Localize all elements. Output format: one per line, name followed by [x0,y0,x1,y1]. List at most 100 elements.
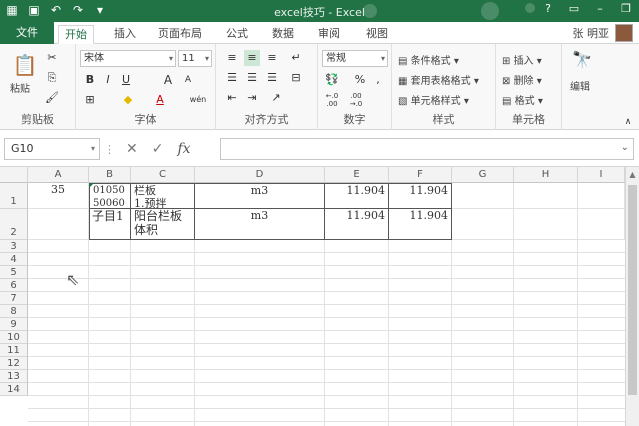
column-header-d[interactable]: D [195,167,325,183]
column-header-c[interactable]: C [131,167,195,183]
cut-icon[interactable]: ✂ [44,50,60,66]
minimize-icon[interactable]: – [591,2,609,15]
name-box[interactable]: G10 ▾ [4,138,100,160]
cell-a1[interactable]: 35 [28,183,89,209]
expand-formula-icon[interactable]: ⌄ [621,142,629,153]
tab-formulas[interactable]: 公式 [220,25,254,44]
row-header-9[interactable]: 9 [0,318,28,331]
cell-b1[interactable]: 01050 50060 [89,183,131,209]
column-header-e[interactable]: E [325,167,389,183]
cell-d1[interactable]: m3 [195,183,325,209]
delete-cells-button[interactable]: ⊠ 删除 ▾ [502,72,542,87]
binoculars-icon[interactable]: 🔭 [572,52,592,72]
row-header-4[interactable]: 4 [0,253,28,266]
phonetic-button[interactable]: wén [186,92,210,108]
wrap-text-icon[interactable]: ↵ [288,50,304,66]
increase-decimal-button[interactable]: ←.0 .00 [324,92,340,108]
scroll-up-icon[interactable]: ▲ [626,170,639,179]
cell-f1[interactable]: 11.904 [389,183,452,209]
align-center-icon[interactable]: ☰ [244,70,260,86]
format-cells-button[interactable]: ▤ 格式 ▾ [502,92,543,107]
cell-h1[interactable] [514,183,578,209]
tab-page-layout[interactable]: 页面布局 [152,25,208,44]
align-bottom-icon[interactable]: ≡ [264,50,280,66]
align-top-icon[interactable]: ≡ [224,50,240,66]
border-icon[interactable]: ⊞ [82,92,98,108]
column-header-b[interactable]: B [89,167,131,183]
column-header-i[interactable]: I [578,167,625,183]
cell-a2[interactable] [28,209,89,240]
cell-i1[interactable] [578,183,625,209]
copy-icon[interactable]: ⎘ [44,70,60,86]
row-header-5[interactable]: 5 [0,266,28,279]
restore-icon[interactable]: ❐ [617,2,635,15]
empty-cells-area[interactable] [28,240,625,426]
conditional-format-button[interactable]: ▤ 条件格式 ▾ [398,52,459,67]
fill-color-icon[interactable]: ◆ [120,92,136,108]
edit-label[interactable]: 编辑 [570,78,590,93]
row-header-1[interactable]: 1 [0,183,28,209]
column-header-g[interactable]: G [452,167,514,183]
vertical-scrollbar[interactable]: ▲ [625,167,639,426]
underline-button[interactable]: U [118,72,134,88]
column-header-h[interactable]: H [514,167,578,183]
cell-c1[interactable]: 栏板 1.预拌 [131,183,195,209]
cancel-icon[interactable]: ✕ [126,141,138,157]
tab-file[interactable]: 文件 [0,22,54,44]
cell-h2[interactable] [514,209,578,240]
accounting-icon[interactable]: 💱 [324,72,340,88]
percent-button[interactable]: % [352,72,368,88]
decrease-decimal-button[interactable]: .00 →.0 [348,92,364,108]
collapse-ribbon-icon[interactable]: ∧ [620,114,636,130]
align-left-icon[interactable]: ☰ [224,70,240,86]
cell-e1[interactable]: 11.904 [325,183,389,209]
scroll-thumb[interactable] [628,185,637,395]
bold-button[interactable]: B [82,72,98,88]
cell-g1[interactable] [452,183,514,209]
row-header-13[interactable]: 13 [0,370,28,383]
avatar[interactable] [615,24,633,42]
insert-function-icon[interactable]: fx [177,141,190,157]
comma-button[interactable]: , [370,72,386,88]
select-all-corner[interactable] [0,167,28,183]
paste-icon[interactable]: 📋 [12,52,38,78]
enter-icon[interactable]: ✓ [152,141,164,157]
orientation-icon[interactable]: ↗ [268,90,284,106]
font-name-select[interactable]: 宋体 ▾ [80,50,176,67]
column-header-f[interactable]: F [389,167,452,183]
row-header-14[interactable]: 14 [0,383,28,396]
ribbon-display-icon[interactable]: ▭ [565,2,583,15]
format-painter-icon[interactable]: 🖌 [44,90,60,106]
shrink-font-button[interactable]: A [180,72,196,88]
align-middle-icon[interactable]: ≡ [244,50,260,66]
row-header-11[interactable]: 11 [0,344,28,357]
align-right-icon[interactable]: ☰ [264,70,280,86]
cell-b2[interactable]: 子目1 [89,209,131,240]
italic-button[interactable]: I [100,72,116,88]
formula-input[interactable]: ⌄ [220,138,634,160]
column-header-a[interactable]: A [28,167,89,183]
help-icon[interactable]: ? [539,2,557,15]
merge-center-icon[interactable]: ⊟ [288,70,304,86]
row-header-10[interactable]: 10 [0,331,28,344]
tab-view[interactable]: 视图 [360,25,394,44]
format-as-table-button[interactable]: ▦ 套用表格格式 ▾ [398,72,479,87]
cell-c2[interactable]: 阳台栏板 体积 [131,209,195,240]
tab-review[interactable]: 审阅 [312,25,346,44]
font-size-select[interactable]: 11 ▾ [178,50,212,67]
row-header-8[interactable]: 8 [0,305,28,318]
row-header-7[interactable]: 7 [0,292,28,305]
decrease-indent-icon[interactable]: ⇤ [224,90,240,106]
user-name[interactable]: 张 明亚 [573,25,610,41]
tab-insert[interactable]: 插入 [108,25,142,44]
cell-i2[interactable] [578,209,625,240]
row-header-2[interactable]: 2 [0,209,28,240]
insert-cells-button[interactable]: ⊞ 插入 ▾ [502,52,542,67]
tab-data[interactable]: 数据 [266,25,300,44]
row-header-12[interactable]: 12 [0,357,28,370]
tab-home[interactable]: 开始 [58,25,94,44]
row-header-6[interactable]: 6 [0,279,28,292]
number-format-select[interactable]: 常规 ▾ [322,50,388,67]
cell-f2[interactable]: 11.904 [389,209,452,240]
cell-styles-button[interactable]: ▧ 单元格样式 ▾ [398,92,469,107]
